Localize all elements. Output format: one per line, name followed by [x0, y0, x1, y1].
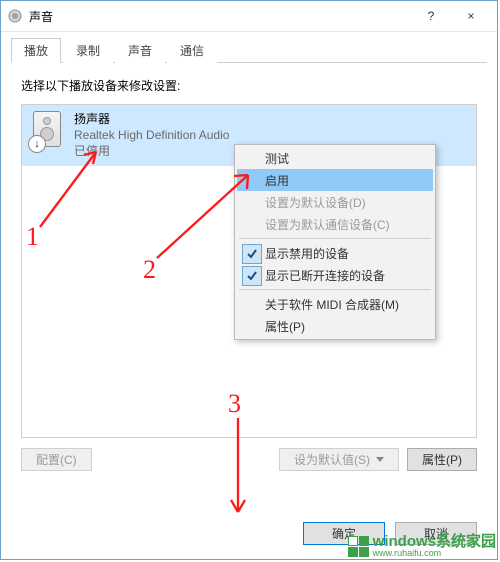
menu-separator	[239, 238, 431, 239]
watermark-logo-icon	[348, 536, 369, 557]
tab-recording[interactable]: 录制	[63, 38, 113, 63]
watermark-text: windows系统家园	[373, 534, 496, 549]
watermark: windows系统家园 www.ruhaifu.com	[348, 534, 496, 558]
window-title: 声音	[29, 8, 411, 25]
context-menu: 测试 启用 设置为默认设备(D) 设置为默认通信设备(C) 显示禁用的设备 显示…	[234, 144, 436, 340]
titlebar: 声音 ? ×	[1, 1, 497, 32]
menu-show-disconnected[interactable]: 显示已断开连接的设备	[237, 264, 433, 286]
help-button[interactable]: ?	[411, 4, 451, 28]
tab-sounds[interactable]: 声音	[115, 38, 165, 63]
speaker-icon: ↓	[30, 111, 64, 151]
instruction-text: 选择以下播放设备来修改设置:	[21, 77, 477, 94]
properties-button[interactable]: 属性(P)	[407, 448, 477, 471]
set-default-button[interactable]: 设为默认值(S)	[279, 448, 399, 471]
menu-enable[interactable]: 启用	[237, 169, 433, 191]
tab-communications[interactable]: 通信	[167, 38, 217, 63]
device-name: 扬声器	[74, 111, 229, 127]
tab-playback[interactable]: 播放	[11, 38, 61, 63]
menu-properties[interactable]: 属性(P)	[237, 315, 433, 337]
check-icon	[242, 244, 262, 264]
device-status-down-icon: ↓	[28, 135, 46, 153]
check-icon	[242, 266, 262, 286]
close-button[interactable]: ×	[451, 4, 491, 28]
menu-show-disabled[interactable]: 显示禁用的设备	[237, 242, 433, 264]
configure-button[interactable]: 配置(C)	[21, 448, 92, 471]
menu-separator	[239, 289, 431, 290]
sound-app-icon	[7, 8, 23, 24]
device-text: 扬声器 Realtek High Definition Audio 已停用	[74, 111, 229, 160]
menu-about-midi[interactable]: 关于软件 MIDI 合成器(M)	[237, 293, 433, 315]
tab-strip: 播放 录制 声音 通信	[1, 32, 497, 63]
device-status: 已停用	[74, 143, 229, 159]
watermark-url: www.ruhaifu.com	[373, 549, 496, 558]
menu-test[interactable]: 测试	[237, 147, 433, 169]
menu-set-default-comm: 设置为默认通信设备(C)	[237, 213, 433, 235]
menu-set-default: 设置为默认设备(D)	[237, 191, 433, 213]
device-action-row: 配置(C) 设为默认值(S) 属性(P)	[21, 448, 477, 471]
device-desc: Realtek High Definition Audio	[74, 127, 229, 143]
